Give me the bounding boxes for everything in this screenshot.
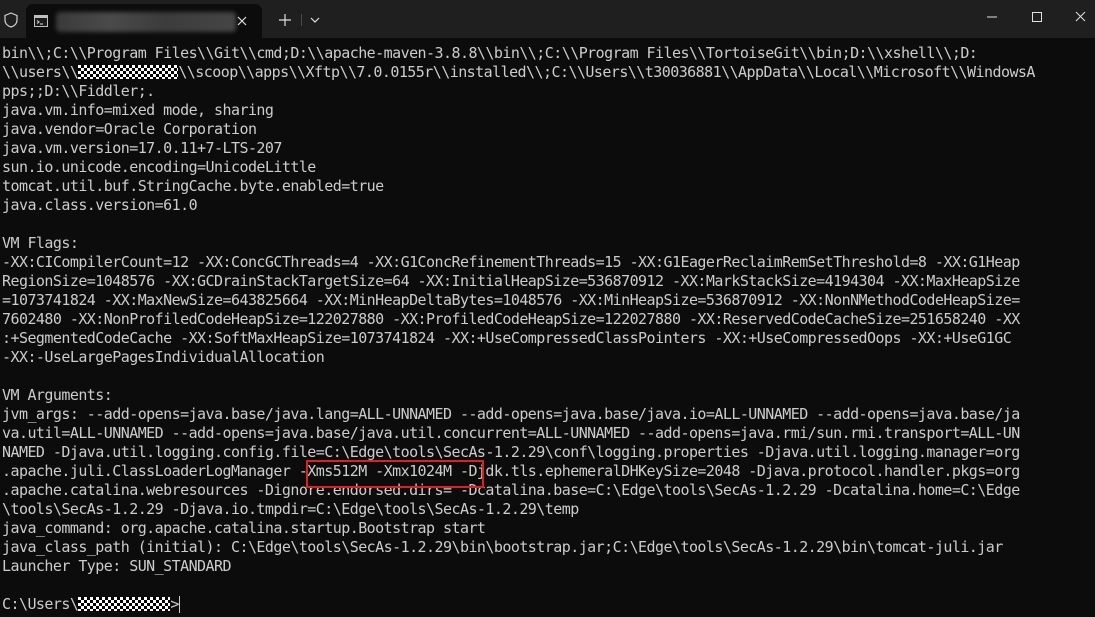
prompt-symbol: >	[170, 595, 179, 613]
terminal-line: -XX:CICompilerCount=12 -XX:ConcGCThreads…	[2, 253, 1020, 271]
terminal-line: java.vendor=Oracle Corporation	[2, 120, 257, 138]
terminal-line: =1073741824 -XX:MaxNewSize=643825664 -XX…	[2, 291, 1020, 309]
tab-divider	[301, 14, 302, 26]
terminal-line: RegionSize=1048576 -XX:GCDrainStackTarge…	[2, 272, 1020, 290]
section-heading-vm-flags: VM Flags:	[2, 234, 79, 252]
window-close-icon[interactable]	[1059, 8, 1095, 30]
redacted-username	[78, 597, 171, 611]
terminal-line: tomcat.util.buf.StringCache.byte.enabled…	[2, 177, 384, 195]
redacted-username	[78, 65, 179, 79]
close-icon[interactable]	[235, 14, 249, 28]
shield-icon	[4, 12, 18, 28]
terminal-line: java.vm.version=17.0.11+7-LTS-207	[2, 139, 282, 157]
text-cursor	[178, 596, 180, 613]
terminal-line: bin\\;C:\\Program Files\\Git\\cmd;D:\\ap…	[2, 44, 978, 62]
terminal-line-segment: \\users\\	[2, 63, 79, 81]
terminal-line: .apache.catalina.webresources -Dignore.e…	[2, 481, 1020, 499]
terminal-window: bin\\;C:\\Program Files\\Git\\cmd;D:\\ap…	[0, 0, 1095, 617]
terminal-line: sun.io.unicode.encoding=UnicodeLittle	[2, 158, 316, 176]
highlight-box-heap-args	[306, 460, 484, 488]
terminal-line: -XX:-UseLargePagesIndividualAllocation	[2, 348, 325, 366]
maximize-icon[interactable]	[1014, 8, 1060, 30]
terminal-line: pps;;D:\\Fiddler;.	[2, 82, 155, 100]
terminal-line: java.vm.info=mixed mode, sharing	[2, 101, 274, 119]
terminal-line-segment: \\scoop\\apps\\Xftp\\7.0.0155r\\installe…	[178, 63, 1035, 81]
terminal-output[interactable]: bin\\;C:\\Program Files\\Git\\cmd;D:\\ap…	[0, 44, 1095, 617]
terminal-line: jvm_args: --add-opens=java.base/java.lan…	[2, 405, 1020, 423]
section-heading-vm-arguments: VM Arguments:	[2, 386, 113, 404]
terminal-line: :+SegmentedCodeCache -XX:SoftMaxHeapSize…	[2, 329, 1012, 347]
terminal-line: Launcher Type: SUN_STANDARD	[2, 557, 232, 575]
terminal-line: java_command: org.apache.catalina.startu…	[2, 519, 486, 537]
tab-title	[56, 13, 236, 31]
terminal-line: java.class.version=61.0	[2, 196, 198, 214]
terminal-line: \\users\\ \\scoop\\apps\\Xftp\\7.0.0155r\…	[2, 63, 1035, 82]
terminal-icon	[34, 15, 48, 27]
terminal-line: va.util=ALL-UNNAMED --add-opens=java.bas…	[2, 424, 1020, 442]
terminal-line: NAMED -Djava.util.logging.config.file=C:…	[2, 443, 1020, 461]
terminal-line: .apache.juli.ClassLoaderLogManager -Xms5…	[2, 462, 1020, 480]
command-prompt[interactable]: C:\Users\ >	[2, 595, 180, 614]
chevron-down-icon[interactable]	[308, 13, 322, 27]
title-bar[interactable]	[0, 0, 1095, 38]
minimize-icon[interactable]	[969, 8, 1015, 30]
prompt-path: C:\Users\	[2, 595, 79, 613]
tab-terminal[interactable]	[26, 4, 262, 38]
plus-icon[interactable]	[276, 11, 294, 29]
terminal-line: java_class_path (initial): C:\Edge\tools…	[2, 538, 1003, 556]
terminal-line: 7602480 -XX:NonProfiledCodeHeapSize=1220…	[2, 310, 1020, 328]
terminal-line: \tools\SecAs-1.2.29 -Djava.io.tmpdir=C:\…	[2, 500, 579, 518]
